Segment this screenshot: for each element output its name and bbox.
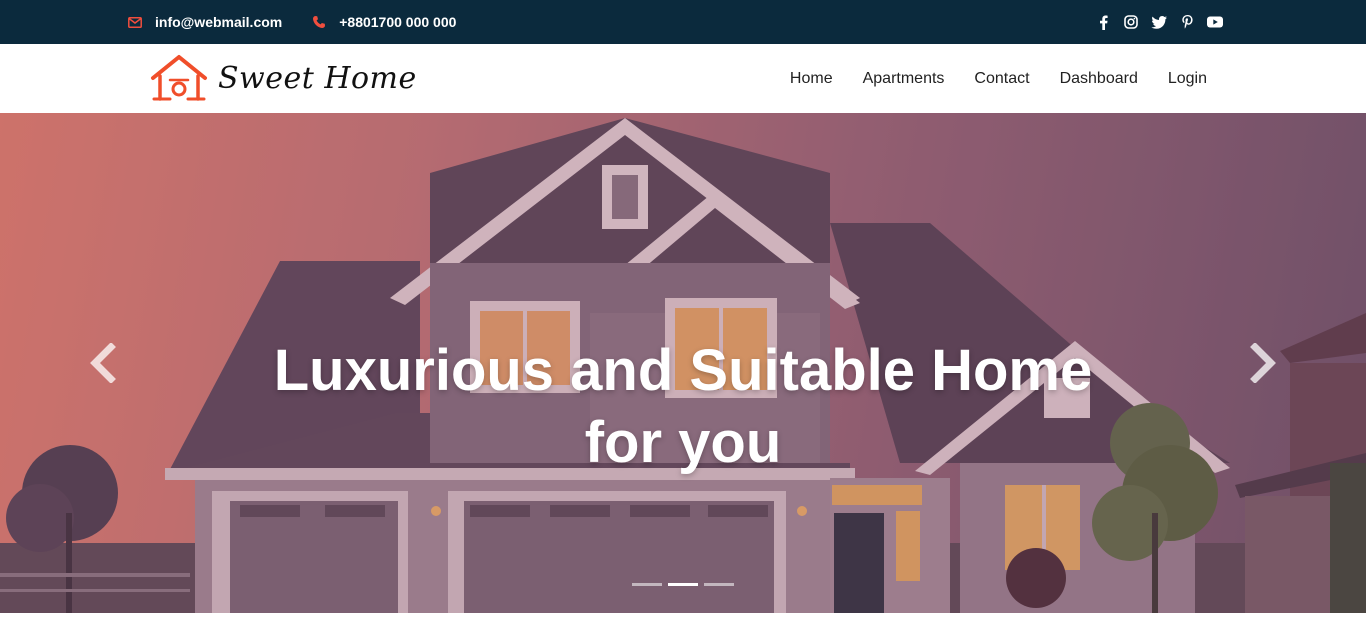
instagram-icon[interactable] [1123, 14, 1139, 30]
nav-item-dashboard[interactable]: Dashboard [1060, 70, 1138, 88]
phone-text[interactable]: +8801700 000 000 [339, 14, 456, 30]
carousel-indicator-3[interactable] [704, 583, 734, 586]
nav-item-home[interactable]: Home [790, 70, 833, 88]
main-navbar: Sweet Home Home Apartments Contact Dashb… [0, 44, 1366, 113]
nav-item-apartments[interactable]: Apartments [863, 70, 945, 88]
hero-headline-line2: for you [584, 410, 782, 475]
envelope-icon [128, 16, 142, 28]
hero-headline: Luxurious and Suitable Home for you [183, 335, 1183, 479]
carousel-indicators [632, 583, 740, 586]
phone-icon [313, 16, 326, 28]
youtube-icon[interactable] [1207, 14, 1223, 30]
nav-item-contact[interactable]: Contact [974, 70, 1029, 88]
chevron-left-icon [90, 343, 116, 383]
phone-contact[interactable]: +8801700 000 000 [312, 14, 456, 30]
carousel-indicator-2[interactable] [668, 583, 698, 586]
email-text[interactable]: info@webmail.com [155, 14, 282, 30]
carousel-next-button[interactable] [1244, 339, 1284, 387]
carousel-indicator-1[interactable] [632, 583, 662, 586]
house-icon [151, 55, 207, 101]
carousel-prev-button[interactable] [82, 339, 122, 387]
hero-headline-line1: Luxurious and Suitable Home [273, 338, 1093, 403]
chevron-right-icon [1250, 343, 1276, 383]
brand-name[interactable]: Sweet Home [218, 61, 417, 96]
hero-carousel: Luxurious and Suitable Home for you [0, 113, 1366, 613]
top-info-bar: info@webmail.com +8801700 000 000 [0, 0, 1366, 44]
nav-item-login[interactable]: Login [1168, 70, 1207, 88]
email-contact[interactable]: info@webmail.com [128, 14, 282, 30]
pinterest-icon[interactable] [1179, 14, 1195, 30]
facebook-icon[interactable] [1095, 14, 1111, 30]
brand-logo-link[interactable]: Sweet Home [150, 54, 417, 102]
twitter-icon[interactable] [1151, 14, 1167, 30]
social-links [1083, 0, 1223, 44]
nav-menu: Home Apartments Contact Dashboard Login [760, 44, 1207, 113]
contact-info: info@webmail.com +8801700 000 000 [128, 0, 456, 44]
